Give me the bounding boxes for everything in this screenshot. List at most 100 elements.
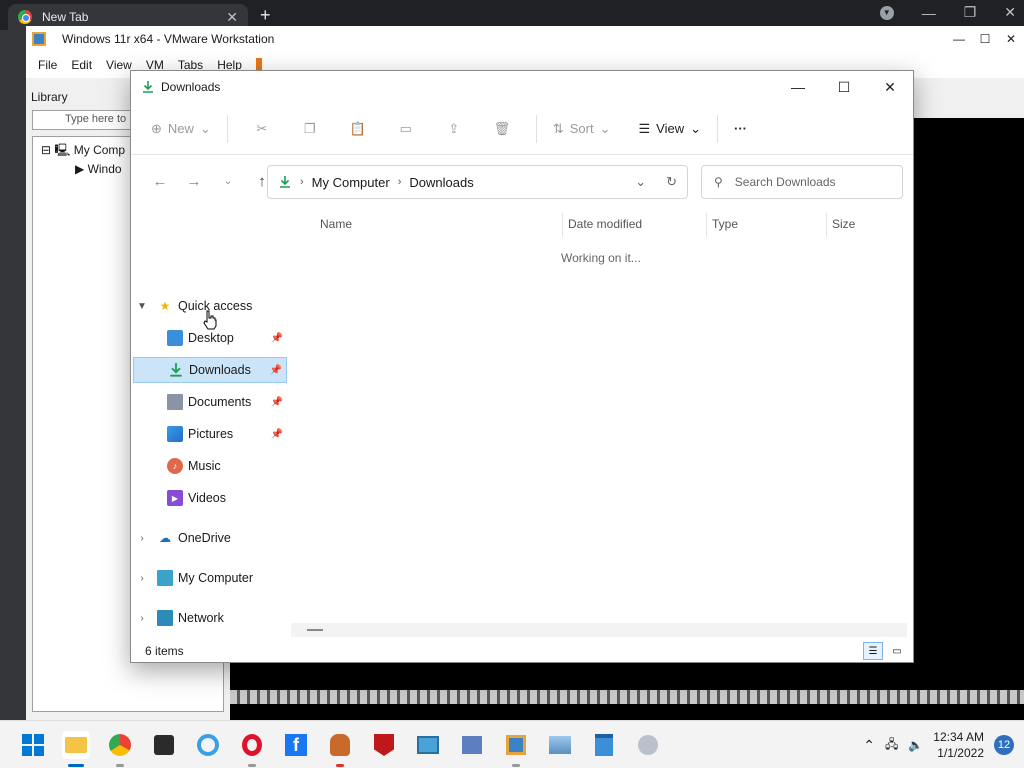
- refresh-icon[interactable]: ↻: [666, 174, 677, 190]
- toolbar-divider: [226, 114, 228, 143]
- nav-music[interactable]: ♪ Music: [133, 453, 287, 479]
- column-type[interactable]: Type: [712, 217, 738, 231]
- breadcrumb-separator-icon: ›: [397, 176, 402, 188]
- sort-button[interactable]: ⇅ Sort ⌄: [547, 121, 617, 137]
- scrollbar-thumb[interactable]: [307, 629, 323, 631]
- system-tray: ⌃ 🖧 🔈 12:34 AM 1/1/2022 12: [863, 721, 1014, 768]
- column-separator[interactable]: [826, 213, 827, 237]
- browser-window-controls: ▼ — ❐ ✕: [879, 4, 1016, 21]
- menu-view[interactable]: View: [106, 58, 132, 72]
- nav-videos[interactable]: ▶ Videos: [133, 485, 287, 511]
- breadcrumb-my-computer[interactable]: My Computer: [312, 175, 390, 190]
- taskbar-chrome[interactable]: [106, 731, 134, 767]
- vmware-title-bar: Windows 11r x64 - VMware Workstation — ☐…: [26, 26, 1024, 52]
- column-date-modified[interactable]: Date modified: [568, 217, 642, 231]
- column-size[interactable]: Size: [832, 217, 855, 231]
- taskbar-mcafee[interactable]: [370, 731, 398, 759]
- address-bar[interactable]: › My Computer › Downloads ⌄ ↻: [267, 165, 688, 199]
- chevron-right-icon[interactable]: ›: [135, 613, 149, 624]
- nav-documents[interactable]: Documents 📌: [133, 389, 287, 415]
- sort-label: Sort: [569, 121, 594, 136]
- details-view-icon[interactable]: ☰: [863, 642, 883, 660]
- nav-pictures[interactable]: Pictures 📌: [133, 421, 287, 447]
- network-status-icon[interactable]: 🖧: [885, 735, 898, 756]
- nav-my-computer[interactable]: › My Computer: [135, 565, 285, 591]
- menu-edit[interactable]: Edit: [71, 58, 92, 72]
- running-indicator: [512, 764, 520, 767]
- recent-locations-icon[interactable]: ⌄: [211, 176, 245, 187]
- column-separator[interactable]: [706, 213, 707, 237]
- column-separator[interactable]: [562, 213, 563, 237]
- search-input[interactable]: ⚲ Search Downloads: [701, 165, 903, 199]
- mcafee-shield-icon: [374, 734, 394, 756]
- taskbar-file-explorer[interactable]: [62, 731, 90, 767]
- explorer-minimize-button[interactable]: —: [775, 71, 821, 103]
- downloads-icon: [280, 176, 290, 188]
- chevron-down-icon[interactable]: ▼: [135, 301, 149, 312]
- nav-network[interactable]: › Network: [135, 605, 285, 631]
- taskbar-misc-app[interactable]: [634, 731, 662, 759]
- computer-icon: [157, 570, 173, 586]
- browser-close-button[interactable]: ✕: [1004, 4, 1016, 21]
- file-list[interactable]: Name Date modified Type Size Working on …: [291, 207, 907, 627]
- chevron-right-icon[interactable]: ›: [135, 533, 149, 544]
- start-button[interactable]: [19, 731, 47, 759]
- downloads-icon: [143, 81, 153, 93]
- taskbar-store[interactable]: [150, 731, 178, 759]
- taskbar: f ⌃ 🖧 🔈 12:34 AM 1/1/2022 12: [0, 720, 1024, 768]
- view-button[interactable]: ☰ View ⌄: [632, 121, 707, 137]
- taskbar-facebook[interactable]: f: [282, 731, 310, 759]
- vmware-close-button[interactable]: ✕: [998, 32, 1024, 46]
- taskbar-opera[interactable]: [238, 731, 266, 767]
- address-actions: ⌄ ↻: [635, 174, 677, 190]
- toolbar-divider: [535, 114, 537, 143]
- nav-downloads[interactable]: Downloads 📌: [133, 357, 287, 383]
- taskbar-vmware[interactable]: [502, 731, 530, 767]
- browser-minimize-button[interactable]: —: [922, 5, 936, 21]
- taskbar-app-round[interactable]: [194, 731, 222, 759]
- forward-arrow-icon[interactable]: →: [177, 173, 211, 190]
- notification-badge[interactable]: 12: [994, 735, 1014, 755]
- taskbar-notepad[interactable]: [590, 731, 618, 759]
- tray-chevron-up-icon[interactable]: ⌃: [863, 737, 875, 754]
- running-indicator: [248, 764, 256, 767]
- clock[interactable]: 12:34 AM 1/1/2022: [933, 729, 984, 761]
- taskbar-glove-app[interactable]: [326, 731, 354, 767]
- nav-videos-label: Videos: [188, 491, 226, 505]
- new-button[interactable]: ⊕ New ⌄: [145, 121, 217, 137]
- sort-icon: ⇅: [552, 120, 564, 136]
- paste-icon[interactable]: 📋: [334, 121, 382, 137]
- copy-icon[interactable]: ❐: [286, 121, 334, 137]
- more-options-button[interactable]: ···: [728, 121, 753, 136]
- back-arrow-icon[interactable]: ←: [143, 173, 177, 190]
- windows-logo-icon: [22, 734, 44, 756]
- browser-restore-button[interactable]: ❐: [964, 4, 977, 21]
- horizontal-scrollbar[interactable]: [291, 623, 907, 637]
- folder-icon: [65, 737, 87, 753]
- nav-onedrive[interactable]: › ☁ OneDrive: [135, 525, 285, 551]
- vmware-icon: [506, 735, 526, 755]
- column-name[interactable]: Name: [320, 217, 352, 231]
- taskbar-network-app[interactable]: [458, 731, 486, 759]
- explorer-close-button[interactable]: ✕: [867, 71, 913, 103]
- search-icon: ⚲: [714, 175, 723, 189]
- breadcrumb-downloads[interactable]: Downloads: [409, 175, 473, 190]
- vmware-maximize-button[interactable]: ☐: [972, 32, 998, 46]
- vmware-minimize-button[interactable]: —: [946, 32, 972, 46]
- share-icon[interactable]: ⇪: [430, 121, 478, 137]
- taskbar-control-panel[interactable]: [414, 731, 442, 759]
- menu-file[interactable]: File: [38, 58, 57, 72]
- address-dropdown-icon[interactable]: ⌄: [635, 174, 646, 190]
- cut-icon[interactable]: ✂: [238, 121, 286, 137]
- delete-icon[interactable]: 🗑: [478, 121, 526, 137]
- rename-icon[interactable]: ▭: [382, 121, 430, 137]
- view-toggles: ☰ ▭: [863, 642, 907, 660]
- tab-close-icon[interactable]: ✕: [226, 9, 238, 26]
- tiles-view-icon[interactable]: ▭: [887, 642, 907, 660]
- profile-dropdown-icon[interactable]: ▼: [879, 5, 894, 20]
- new-tab-button[interactable]: +: [260, 5, 271, 26]
- volume-icon[interactable]: 🔈: [908, 738, 923, 752]
- taskbar-photos[interactable]: [546, 731, 574, 759]
- chevron-right-icon[interactable]: ›: [135, 573, 149, 584]
- explorer-maximize-button[interactable]: ☐: [821, 71, 867, 103]
